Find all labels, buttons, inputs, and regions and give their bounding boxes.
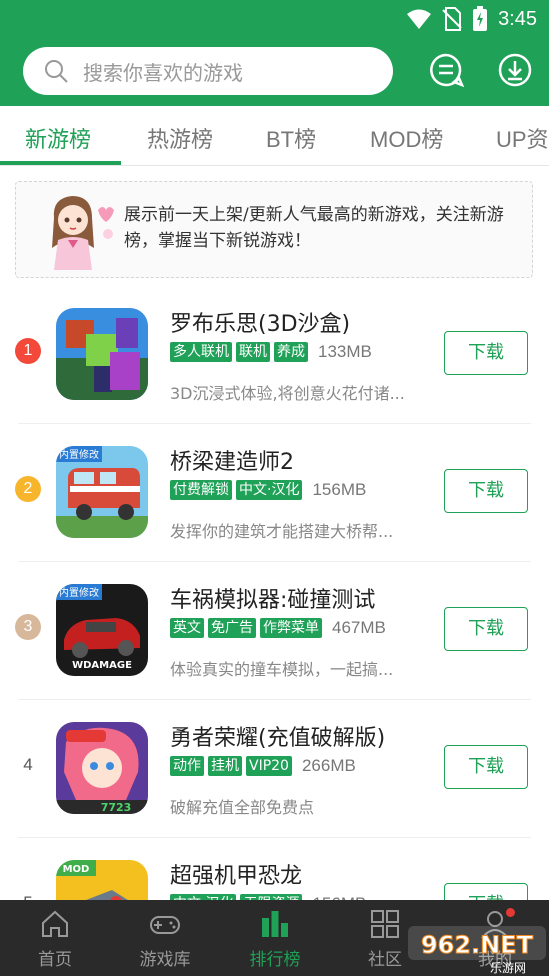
ranking-icon (262, 911, 288, 937)
tag-list: 付费解锁 中文·汉化 156MB (170, 480, 366, 500)
app-icon-car-crash: WDAMAGE 内置修改 (56, 584, 148, 676)
home-icon (42, 910, 68, 937)
game-description: 破解充值全部免费点 (170, 798, 315, 817)
tab-new-games[interactable]: 新游榜 (25, 122, 91, 154)
rank-badge: 1 (15, 338, 41, 364)
app-icon-bridge-builder: 内置修改 (56, 446, 148, 538)
nav-home[interactable]: 首页 (0, 900, 110, 976)
gamepad-icon (150, 916, 180, 934)
tag: 中文·汉化 (236, 480, 303, 500)
active-tab-indicator (0, 161, 121, 165)
app-icon-brave-glory: 7723 (56, 722, 148, 814)
nav-ranking[interactable]: 排行榜 (220, 900, 330, 976)
tab-hot-games[interactable]: 热游榜 (147, 122, 213, 154)
list-item[interactable]: 4 7723 勇者荣耀(充值破解版) 动作 挂机 VIP20 266MB 破解充… (0, 700, 549, 838)
search-placeholder: 搜索你喜欢的游戏 (83, 60, 243, 85)
icon-badge: 内置修改 (59, 586, 99, 599)
tag-list: 英文 免广告 作弊菜单 467MB (170, 618, 386, 638)
status-bar: 3:45 (0, 0, 549, 38)
download-button[interactable]: 下载 (444, 469, 528, 513)
rank-number: 4 (23, 755, 33, 774)
tag: 联机 (236, 342, 270, 362)
list-item[interactable]: 1 罗布乐思(3D沙盒) 多人联机 联机 养成 133MB 3D沉浸式体验,将创… (0, 286, 549, 424)
grid-icon (371, 910, 399, 938)
file-size: 467MB (332, 618, 386, 637)
wifi-icon (407, 9, 432, 29)
tab-up[interactable]: UP资 (496, 122, 549, 154)
tag: VIP20 (246, 756, 292, 776)
tag: 免广告 (208, 618, 256, 638)
notice-banner: 展示前一天上架/更新人气最高的新游戏，关注新游榜，掌握当下新锐游戏！ (15, 181, 533, 278)
tag-list: 动作 挂机 VIP20 266MB (170, 756, 356, 776)
notification-dot (506, 908, 515, 917)
game-description: 发挥你的建筑才能搭建大桥帮... (170, 522, 394, 541)
top-bar: 搜索你喜欢的游戏 (0, 38, 549, 106)
mascot-image (52, 196, 114, 270)
tag: 动作 (170, 756, 204, 776)
nav-label: 游戏库 (139, 950, 191, 970)
tag: 付费解锁 (170, 480, 232, 500)
game-title[interactable]: 桥梁建造师2 (170, 444, 294, 476)
notice-text: 展示前一天上架/更新人气最高的新游戏，关注新游榜，掌握当下新锐游戏！ (124, 205, 504, 251)
game-title[interactable]: 超强机甲恐龙 (170, 858, 302, 890)
game-title[interactable]: 车祸模拟器:碰撞测试 (170, 582, 375, 614)
file-size: 156MB (312, 480, 367, 499)
nav-label: 首页 (38, 950, 72, 970)
search-box[interactable]: 搜索你喜欢的游戏 (23, 47, 393, 95)
file-size: 133MB (318, 342, 372, 361)
no-sim-icon (442, 7, 462, 31)
watermark-text: 962.NET (421, 931, 534, 959)
tab-bt[interactable]: BT榜 (266, 122, 316, 154)
download-button[interactable]: 下载 (444, 745, 528, 789)
tab-mod[interactable]: MOD榜 (370, 122, 443, 154)
list-item[interactable]: 3 WDAMAGE 内置修改 车祸模拟器:碰撞测试 英文 免广告 作弊菜单 46… (0, 562, 549, 700)
icon-brand-text: WDAMAGE (72, 660, 132, 671)
icon-badge: MOD (63, 864, 90, 875)
watermark-subtext: 乐游网 (490, 961, 526, 974)
download-button[interactable]: 下载 (444, 331, 528, 375)
app-icon-roblox (56, 308, 148, 400)
icon-brand-text: 7723 (101, 801, 132, 814)
rank-badge: 3 (15, 614, 41, 640)
game-title[interactable]: 罗布乐思(3D沙盒) (170, 306, 350, 338)
icon-badge: 内置修改 (59, 448, 99, 461)
tag: 多人联机 (170, 342, 232, 362)
search-icon (45, 60, 68, 83)
game-description: 体验真实的撞车模拟，一起搞... (170, 660, 394, 679)
download-manager-icon[interactable] (497, 52, 533, 88)
file-size: 266MB (301, 756, 356, 775)
tag: 作弊菜单 (260, 618, 322, 638)
status-time: 3:45 (498, 7, 537, 30)
game-title[interactable]: 勇者荣耀(充值破解版) (170, 720, 385, 752)
rank-badge: 2 (15, 476, 41, 502)
watermark-logo: 962.NET 乐游网 (408, 926, 546, 974)
game-description: 3D沉浸式体验,将创意火花付诸... (170, 384, 405, 403)
tag: 英文 (170, 618, 204, 638)
battery-icon (473, 6, 488, 31)
tag: 挂机 (208, 756, 242, 776)
download-button[interactable]: 下载 (444, 607, 528, 651)
tag: 养成 (274, 342, 308, 362)
message-icon[interactable] (428, 52, 464, 88)
nav-label: 排行榜 (249, 950, 301, 970)
ranking-tabs: 新游榜 热游榜 BT榜 MOD榜 UP资 (0, 106, 549, 166)
tag-list: 多人联机 联机 养成 133MB (170, 342, 372, 362)
nav-game-library[interactable]: 游戏库 (110, 900, 220, 976)
list-item[interactable]: 2 内置修改 桥梁建造师2 付费解锁 中文·汉化 156MB 发挥你的建筑才能搭… (0, 424, 549, 562)
